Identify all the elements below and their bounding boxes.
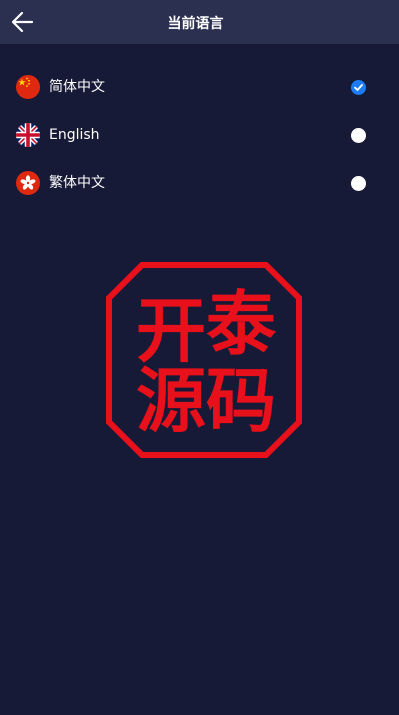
watermark-stamp: 开 泰 源 码 [106, 262, 302, 458]
svg-text:码: 码 [206, 359, 276, 442]
uk-flag-icon [16, 123, 40, 147]
svg-text:源: 源 [136, 359, 206, 442]
radio-unchecked[interactable] [351, 176, 366, 191]
language-option-english[interactable]: English [0, 111, 399, 159]
page-title: 当前语言 [167, 16, 224, 32]
svg-text:泰: 泰 [206, 282, 277, 365]
language-option-traditional-chinese[interactable]: 繁体中文 [0, 159, 399, 207]
language-label: English [49, 127, 100, 143]
language-label: 简体中文 [49, 79, 105, 95]
language-list: 简体中文 English 繁体中文 [0, 63, 399, 207]
top-bar: 当前语言 [0, 0, 399, 44]
hongkong-flag-icon [16, 171, 40, 195]
radio-unchecked[interactable] [351, 128, 366, 143]
check-icon [354, 84, 363, 91]
china-flag-icon [16, 75, 40, 99]
language-option-simplified-chinese[interactable]: 简体中文 [0, 63, 399, 111]
radio-checked[interactable] [351, 80, 366, 95]
language-label: 繁体中文 [49, 175, 105, 191]
